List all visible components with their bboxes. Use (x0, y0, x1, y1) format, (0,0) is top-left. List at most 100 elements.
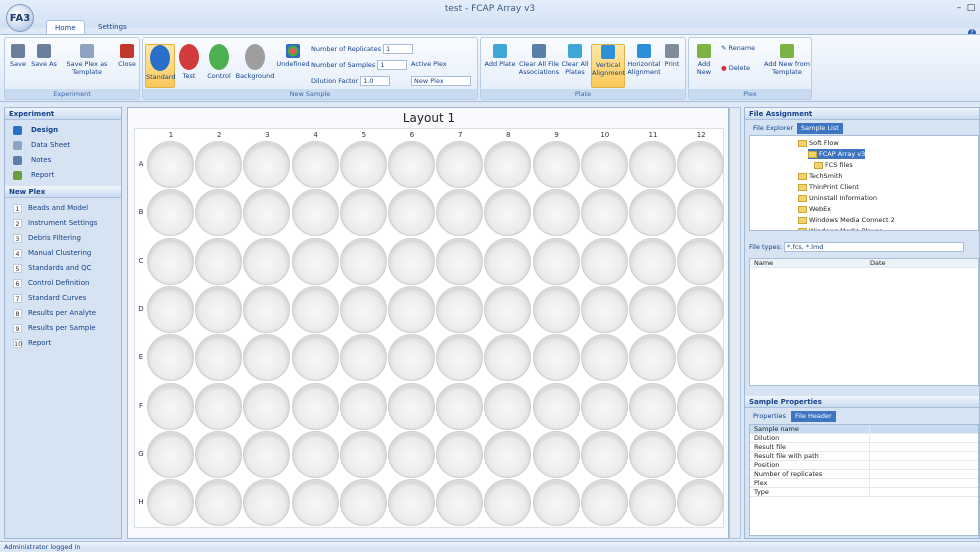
property-row[interactable]: Result file (750, 443, 978, 452)
tree-item[interactable]: FCS files (814, 160, 853, 170)
tree-item[interactable]: FCAP Array v3 (808, 149, 866, 159)
tab-file-explorer[interactable]: File Explorer (749, 123, 797, 134)
well-A6[interactable] (388, 141, 435, 188)
well-C6[interactable] (388, 237, 435, 285)
control-button[interactable]: Control (203, 44, 235, 80)
tree-item[interactable]: Windows Media Connect 2 (798, 215, 895, 225)
nav-step-report[interactable]: 10 Report (5, 336, 121, 351)
maximize-button[interactable]: □ (964, 3, 978, 15)
app-logo-button[interactable]: FA3 (6, 4, 34, 32)
well-H5[interactable] (339, 479, 387, 527)
well-G12[interactable] (677, 430, 725, 478)
nav-step-instrument-settings[interactable]: 2 Instrument Settings (5, 216, 121, 231)
well-B9[interactable] (532, 189, 580, 237)
well-F9[interactable] (532, 382, 580, 430)
well-B12[interactable] (677, 189, 725, 237)
well-H10[interactable] (580, 479, 628, 527)
well-A11[interactable] (629, 141, 676, 188)
save-button[interactable]: Save (7, 44, 29, 68)
well-E9[interactable] (532, 334, 580, 382)
clear-plates-button[interactable]: Clear All Plates (561, 44, 589, 76)
tree-item[interactable]: Soft Flow (798, 138, 839, 148)
nav-step-debris-filtering[interactable]: 3 Debris Filtering (5, 231, 121, 246)
well-F10[interactable] (580, 382, 628, 430)
delete-plex-button[interactable]: ● Delete (721, 64, 750, 72)
vertical-alignment-button[interactable]: Vertical Alignment (591, 44, 625, 88)
well-H8[interactable] (484, 479, 532, 527)
well-B10[interactable] (580, 189, 628, 237)
nav-step-standard-curves[interactable]: 7 Standard Curves (5, 291, 121, 306)
property-row[interactable]: Position (750, 461, 978, 470)
well-G1[interactable] (147, 430, 194, 478)
file-types-select[interactable]: *.fcs, *.lmd (784, 242, 965, 252)
tree-item[interactable]: WebEx (798, 204, 831, 214)
well-E7[interactable] (436, 334, 484, 382)
background-button[interactable]: Background (235, 44, 275, 80)
property-row[interactable]: Dilution (750, 434, 978, 443)
add-plate-button[interactable]: Add Plate (483, 44, 517, 68)
tab-properties[interactable]: Properties (749, 411, 790, 422)
save-as-button[interactable]: Save As (29, 44, 59, 68)
well-C10[interactable] (580, 237, 628, 285)
nav-item-notes[interactable]: Notes (5, 153, 121, 168)
samples-spinner[interactable]: 1 (377, 60, 408, 70)
well-E4[interactable] (291, 334, 339, 382)
well-H2[interactable] (195, 479, 243, 527)
column-date[interactable]: Date (870, 259, 886, 267)
well-G4[interactable] (291, 430, 339, 478)
well-D10[interactable] (580, 285, 628, 333)
tree-item[interactable]: Uninstall Information (798, 193, 877, 203)
property-row[interactable]: Sample name (750, 425, 978, 434)
well-B11[interactable] (629, 189, 676, 237)
well-G10[interactable] (580, 430, 628, 478)
property-row[interactable]: Type (750, 488, 978, 497)
active-plex-select[interactable]: New Plex (411, 76, 471, 86)
well-A8[interactable] (484, 141, 532, 188)
well-G2[interactable] (195, 430, 243, 478)
well-H4[interactable] (291, 479, 339, 527)
well-A7[interactable] (436, 141, 484, 188)
well-D4[interactable] (291, 285, 339, 333)
nav-step-control-definition[interactable]: 6 Control Definition (5, 276, 121, 291)
close-button[interactable]: Close (115, 44, 139, 68)
replicates-spinner[interactable]: 1 (383, 44, 414, 54)
well-D1[interactable] (147, 285, 194, 333)
clear-file-associations-button[interactable]: Clear All File Associations (517, 44, 561, 76)
nav-step-results-per-sample[interactable]: 9 Results per Sample (5, 321, 121, 336)
well-C9[interactable] (532, 237, 580, 285)
well-F12[interactable] (677, 382, 725, 430)
well-H7[interactable] (436, 479, 484, 527)
well-D3[interactable] (243, 285, 291, 333)
well-E12[interactable] (677, 334, 725, 382)
well-G8[interactable] (484, 430, 532, 478)
well-C8[interactable] (484, 237, 532, 285)
well-D2[interactable] (195, 285, 243, 333)
well-A9[interactable] (532, 141, 580, 188)
tree-item[interactable]: TechSmith (798, 171, 843, 181)
well-H11[interactable] (629, 479, 676, 527)
nav-item-data-sheet[interactable]: Data Sheet (5, 138, 121, 153)
tab-home[interactable]: Home (46, 20, 85, 34)
well-D8[interactable] (484, 285, 532, 333)
tree-item[interactable]: Windows Media Player (798, 226, 882, 230)
well-C4[interactable] (291, 237, 339, 285)
well-E11[interactable] (629, 334, 676, 382)
well-E3[interactable] (243, 334, 291, 382)
nav-item-design[interactable]: Design (5, 123, 121, 138)
property-row[interactable]: Result file with path (750, 452, 978, 461)
well-H1[interactable] (147, 479, 194, 527)
well-F4[interactable] (291, 382, 339, 430)
well-C7[interactable] (436, 237, 484, 285)
nav-step-standards-and-qc[interactable]: 5 Standards and QC (5, 261, 121, 276)
well-B6[interactable] (388, 189, 435, 237)
well-C5[interactable] (339, 237, 387, 285)
well-C12[interactable] (677, 237, 725, 285)
standard-button[interactable]: Standard (145, 44, 176, 88)
well-D5[interactable] (339, 285, 387, 333)
well-D9[interactable] (532, 285, 580, 333)
well-A1[interactable] (147, 141, 194, 188)
well-A3[interactable] (243, 141, 291, 188)
well-B4[interactable] (291, 189, 339, 237)
well-B2[interactable] (195, 189, 243, 237)
well-C3[interactable] (243, 237, 291, 285)
